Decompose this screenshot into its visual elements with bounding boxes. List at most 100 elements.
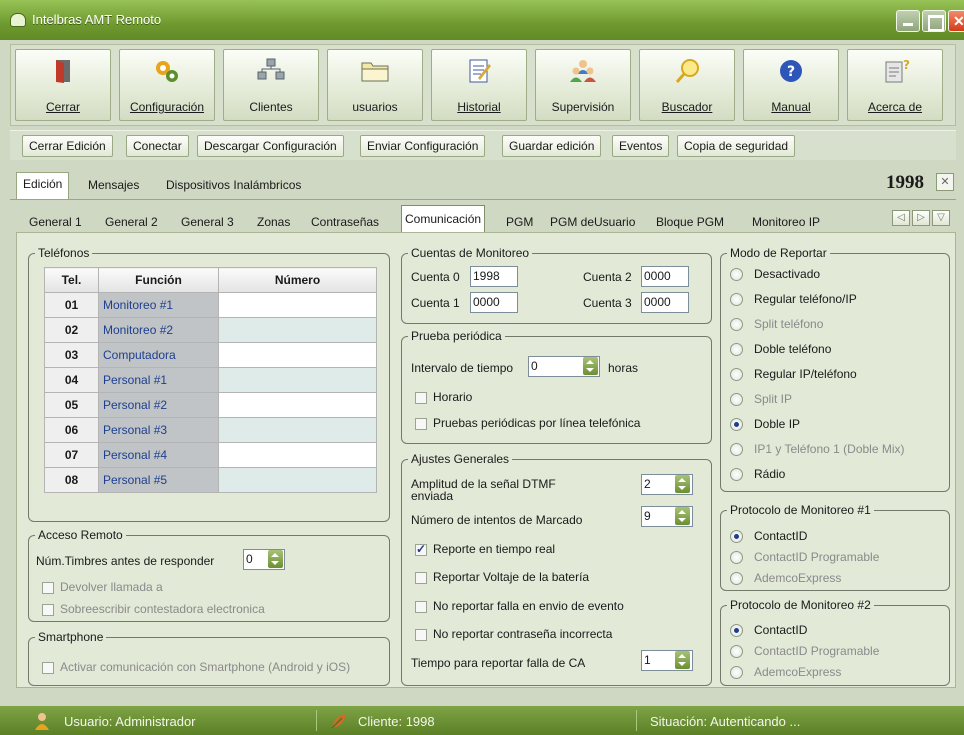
funcion-cell[interactable]: Monitoreo #1 (98, 292, 219, 318)
close-window-button[interactable] (948, 10, 964, 32)
tab-comunicacion[interactable]: Comunicación (401, 205, 486, 234)
tab-scroll-left-icon[interactable]: ◁ (892, 210, 910, 226)
tab-dispositivos-inalambricos[interactable]: Dispositivos Inalámbricos (160, 174, 307, 198)
no-falla-envio-checkbox[interactable] (415, 601, 427, 613)
numero-cell[interactable] (218, 392, 377, 418)
cuenta-2-input[interactable]: 0000 (641, 266, 689, 287)
funcion-cell[interactable]: Monitoreo #2 (98, 317, 219, 343)
protocolo2-ademcoexpress-radio[interactable] (730, 666, 743, 679)
folder-icon (361, 62, 389, 82)
cuenta-0-input[interactable]: 1998 (470, 266, 518, 287)
tab-pgm[interactable]: PGM (503, 212, 536, 234)
maximize-button[interactable] (922, 10, 946, 32)
no-falla-envio-label: No reportar falla en envio de evento (433, 599, 624, 613)
manual-button[interactable]: ? Manual (743, 49, 839, 121)
enviar-configuracion-button[interactable]: Enviar Configuración (360, 135, 486, 157)
tiempo-ca-spinner-icon[interactable] (675, 651, 690, 669)
sobreescribir-checkbox[interactable] (42, 604, 54, 616)
tab-mensajes[interactable]: Mensajes (82, 174, 145, 198)
numero-cell[interactable] (218, 292, 377, 318)
protocolo1-ademcoexpress-label: AdemcoExpress (754, 571, 842, 585)
modo-regular-ip-telefono-label: Regular IP/teléfono (754, 367, 857, 381)
protocolo2-contactid-programable-radio[interactable] (730, 645, 743, 658)
status-usuario: Usuario: Administrador (64, 714, 196, 729)
devolver-checkbox[interactable] (42, 582, 54, 594)
reportar-voltaje-checkbox[interactable] (415, 572, 427, 584)
protocolo2-contactid-radio[interactable] (730, 624, 743, 637)
funcion-cell[interactable]: Computadora (98, 342, 219, 368)
numero-cell[interactable] (218, 417, 377, 443)
tab-zonas[interactable]: Zonas (254, 212, 293, 234)
usuarios-button[interactable]: usuarios (327, 49, 423, 121)
funcion-cell[interactable]: Personal #3 (98, 417, 219, 443)
modo-doble-ip-radio[interactable] (730, 418, 743, 431)
copia-de-seguridad-button[interactable]: Copia de seguridad (677, 135, 796, 157)
timbres-spinner-icon[interactable] (268, 550, 283, 568)
amplitud-spinner-icon[interactable] (675, 475, 690, 493)
guardar-edicion-button[interactable]: Guardar edición (502, 135, 602, 157)
tab-edicion[interactable]: Edición (16, 172, 70, 199)
historial-button[interactable]: Historial (431, 49, 527, 121)
acerca-de-button[interactable]: ? Acerca de (847, 49, 943, 121)
window-title: Intelbras AMT Remoto (32, 12, 162, 27)
status-bar: Usuario: Administrador Cliente: 1998 Sit… (0, 706, 964, 735)
tab-bloque-pgm[interactable]: Bloque PGM (653, 212, 727, 234)
funcion-cell[interactable]: Personal #5 (98, 467, 219, 493)
modo-regular-telefono-ip-radio[interactable] (730, 293, 743, 306)
numero-cell[interactable] (218, 467, 377, 493)
modo-doble-mix-radio[interactable] (730, 443, 743, 456)
minimize-button[interactable] (896, 10, 920, 32)
modo-regular-ip-telefono-radio[interactable] (730, 368, 743, 381)
tab-general-2[interactable]: General 2 (102, 212, 161, 234)
funcion-cell[interactable]: Personal #4 (98, 442, 219, 468)
cuenta-3-input[interactable]: 0000 (641, 292, 689, 313)
column-numero-header: Número (218, 267, 377, 293)
numero-cell[interactable] (218, 367, 377, 393)
modo-radio-radio[interactable] (730, 468, 743, 481)
configuracion-button[interactable]: Configuración (119, 49, 215, 121)
tab-contrasenas[interactable]: Contraseñas (308, 212, 382, 234)
protocolo1-contactid-programable-radio[interactable] (730, 551, 743, 564)
modo-doble-telefono-radio[interactable] (730, 343, 743, 356)
amplitud-label: Amplitud de la señal DTMF enviada (411, 477, 556, 503)
tab-list-dropdown-icon[interactable]: ▽ (932, 210, 950, 226)
conectar-button[interactable]: Conectar (126, 135, 189, 157)
help-question-icon: ? (780, 60, 802, 82)
reporte-tiempo-real-checkbox[interactable] (415, 542, 427, 556)
cerrar-edicion-button[interactable]: Cerrar Edición (22, 135, 113, 157)
tab-monitoreo-ip[interactable]: Monitoreo IP (749, 212, 823, 234)
intervalo-spinner-icon[interactable] (583, 357, 598, 375)
cuenta-0-label: Cuenta 0 (411, 270, 460, 284)
funcion-cell[interactable]: Personal #1 (98, 367, 219, 393)
tel-cell: 06 (44, 417, 99, 443)
smartphone-checkbox[interactable] (42, 662, 54, 674)
modo-desactivado-radio[interactable] (730, 268, 743, 281)
modo-split-ip-radio[interactable] (730, 393, 743, 406)
numero-cell[interactable] (218, 342, 377, 368)
tab-general-3[interactable]: General 3 (178, 212, 237, 234)
descargar-configuracion-button[interactable]: Descargar Configuración (197, 135, 344, 157)
numero-cell[interactable] (218, 442, 377, 468)
cuenta-1-input[interactable]: 0000 (470, 292, 518, 313)
no-contrasena-checkbox[interactable] (415, 629, 427, 641)
tab-pgm-de-usuario[interactable]: PGM deUsuario (547, 212, 638, 234)
protocolo1-ademcoexpress-radio[interactable] (730, 572, 743, 585)
clientes-button[interactable]: Clientes (223, 49, 319, 121)
cerrar-button[interactable]: Cerrar (15, 49, 111, 121)
pruebas-linea-checkbox[interactable] (415, 418, 427, 430)
intentos-spinner-icon[interactable] (675, 507, 690, 525)
numero-cell[interactable] (218, 317, 377, 343)
tab-general-1[interactable]: General 1 (26, 212, 85, 234)
modo-split-telefono-label: Split teléfono (754, 317, 824, 331)
tab-scroll-right-icon[interactable]: ▷ (912, 210, 930, 226)
modo-split-telefono-radio[interactable] (730, 318, 743, 331)
close-tab-icon[interactable]: ✕ (936, 173, 954, 191)
funcion-cell[interactable]: Personal #2 (98, 392, 219, 418)
horario-checkbox[interactable] (415, 392, 427, 404)
eventos-button[interactable]: Eventos (612, 135, 670, 157)
protocolo1-contactid-radio[interactable] (730, 530, 743, 543)
smartphone-group: Smartphone (28, 630, 390, 686)
supervision-button[interactable]: Supervisión (535, 49, 631, 121)
cuentas-legend: Cuentas de Monitoreo (411, 246, 530, 260)
buscador-button[interactable]: Buscador (639, 49, 735, 121)
